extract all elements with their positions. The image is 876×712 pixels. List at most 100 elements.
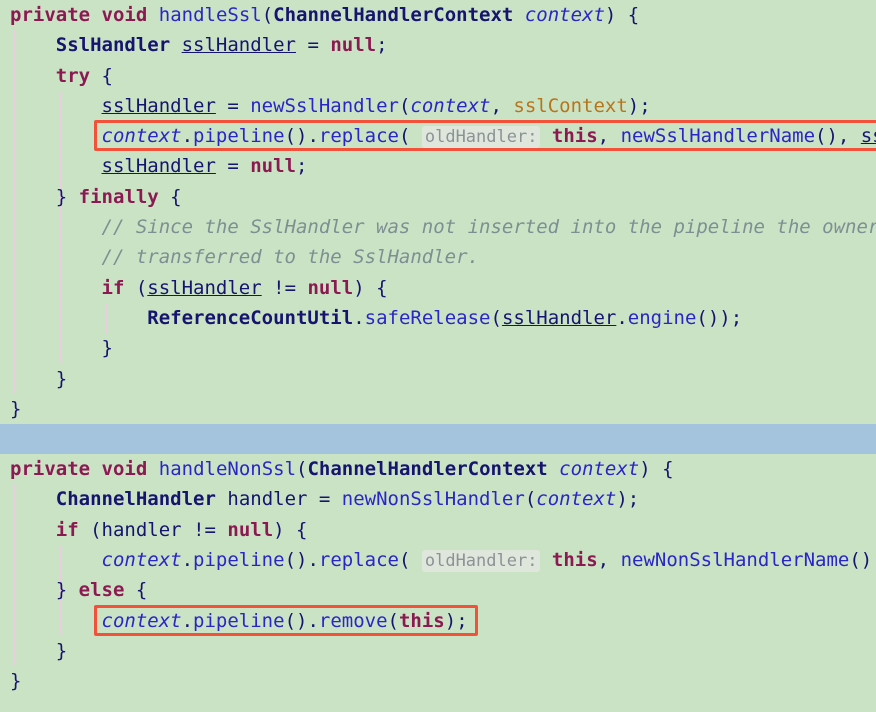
code-line[interactable]: context.pipeline().replace( oldHandler: … — [0, 121, 876, 151]
token-pun: ( — [124, 276, 148, 299]
code-line[interactable]: context.pipeline().replace( oldHandler: … — [0, 545, 876, 575]
token-pun: } — [55, 185, 79, 208]
token-pun: ); — [627, 94, 651, 117]
token-pun: . — [181, 609, 194, 632]
token-pun: ( — [398, 549, 422, 572]
token-kw: void — [101, 458, 148, 481]
token-pun: = — [296, 34, 331, 57]
code-line[interactable]: ReferenceCountUtil.safeRelease(sslHandle… — [0, 303, 876, 333]
code-line[interactable]: if (handler != null) { — [0, 515, 876, 545]
token-pun: ; — [296, 155, 308, 178]
token-kw: private — [10, 458, 91, 481]
token-pun: ( — [261, 4, 274, 26]
token-pun: } — [55, 639, 68, 662]
token-par: context — [536, 488, 617, 511]
block-separator-band — [0, 424, 876, 455]
code-line[interactable]: try { — [0, 61, 876, 91]
token-pun: = — [307, 488, 342, 511]
code-line[interactable]: sslHandler = newSslHandler(context, sslC… — [0, 91, 876, 121]
token-kw: try — [55, 64, 91, 87]
token-par: context — [101, 549, 182, 572]
token-pun: ; — [376, 34, 388, 57]
token-idn: handler — [101, 518, 182, 541]
token-mth: pipeline — [193, 609, 285, 632]
token-pun: , — [490, 94, 514, 117]
code-line[interactable]: private void handleNonSsl(ChannelHandler… — [0, 454, 876, 484]
token-idn: handler — [227, 488, 308, 511]
code-line[interactable]: context.pipeline().remove(this); — [0, 606, 876, 636]
token-par: context — [410, 94, 491, 117]
code-line[interactable]: } — [0, 666, 876, 696]
token-fld: sslHandler — [101, 94, 216, 117]
code-line[interactable]: } — [0, 364, 876, 394]
code-line[interactable]: sslHandler = null; — [0, 151, 876, 181]
token-pun: (). — [284, 609, 319, 632]
token-pun — [170, 34, 181, 56]
code-block-handle-non-ssl[interactable]: private void handleNonSsl ( ChannelHandler… — [0, 454, 876, 697]
token-mth: handleNonSsl — [158, 458, 297, 481]
token-hint: oldHandler: — [421, 550, 541, 573]
token-typ: ReferenceCountUtil — [147, 306, 354, 329]
token-kw: finally — [78, 185, 159, 208]
token-typ: ChannelHandler — [55, 488, 216, 511]
token-pun: ); — [444, 609, 468, 632]
token-pun: { — [90, 64, 113, 87]
token-par: context — [101, 609, 182, 632]
code-editor-viewport[interactable]: private void handleSsl(ChannelHandlerCon… — [0, 0, 876, 712]
token-pun — [548, 458, 559, 480]
token-pun: } — [55, 579, 79, 602]
token-mth: newSslHandlerName — [620, 125, 816, 148]
token-pun: ( — [398, 94, 411, 117]
token-kw: void — [101, 4, 148, 26]
token-kw: this — [551, 549, 598, 572]
code-line[interactable]: } — [0, 394, 876, 424]
token-kw: this — [398, 609, 445, 632]
code-block-handle-ssl[interactable]: private void handleSsl(ChannelHandlerCon… — [0, 0, 876, 425]
token-pun: . — [353, 306, 365, 329]
code-line[interactable]: } finally { — [0, 182, 876, 212]
token-typ: ChannelHandlerContext — [307, 458, 548, 481]
token-kw: this — [551, 125, 598, 148]
code-line[interactable]: } — [0, 636, 876, 666]
token-pun: } — [55, 367, 68, 390]
code-line[interactable]: } else { — [0, 575, 876, 605]
token-mth: remove — [318, 609, 388, 632]
token-pun — [90, 458, 101, 480]
token-pun: . — [181, 549, 194, 572]
token-pun — [540, 125, 551, 147]
token-kw: if — [101, 276, 125, 299]
token-cmt: // Since the SslHandler was not inserted… — [101, 216, 876, 239]
code-line[interactable]: // transferred to the SslHandler. — [0, 242, 876, 272]
token-fld: sslHandler — [860, 125, 876, 148]
token-pun: != — [261, 276, 308, 299]
code-line[interactable]: if (sslHandler != null) { — [0, 273, 876, 303]
code-line[interactable]: SslHandler sslHandler = null; — [0, 30, 876, 60]
code-line[interactable]: } — [0, 333, 876, 363]
token-pun: } — [10, 670, 22, 693]
token-pun: , — [597, 125, 621, 148]
token-mth: safeRelease — [364, 306, 491, 329]
token-pun: ) { — [639, 458, 674, 481]
code-line[interactable]: // Since the SslHandler was not inserted… — [0, 212, 876, 242]
token-fld: sslHandler — [501, 306, 617, 329]
token-pun: ) { — [273, 518, 308, 541]
token-pun: ( — [387, 609, 399, 632]
token-par: context — [559, 458, 640, 481]
code-line[interactable]: ChannelHandler handler = newNonSslHandle… — [0, 484, 876, 514]
code-line[interactable]: private void handleSsl(ChannelHandlerCon… — [0, 0, 876, 30]
token-pun — [216, 488, 227, 510]
token-mth: newNonSslHandler — [341, 488, 525, 511]
token-pun: ); — [616, 488, 640, 511]
token-fld: sslHandler — [181, 34, 296, 57]
